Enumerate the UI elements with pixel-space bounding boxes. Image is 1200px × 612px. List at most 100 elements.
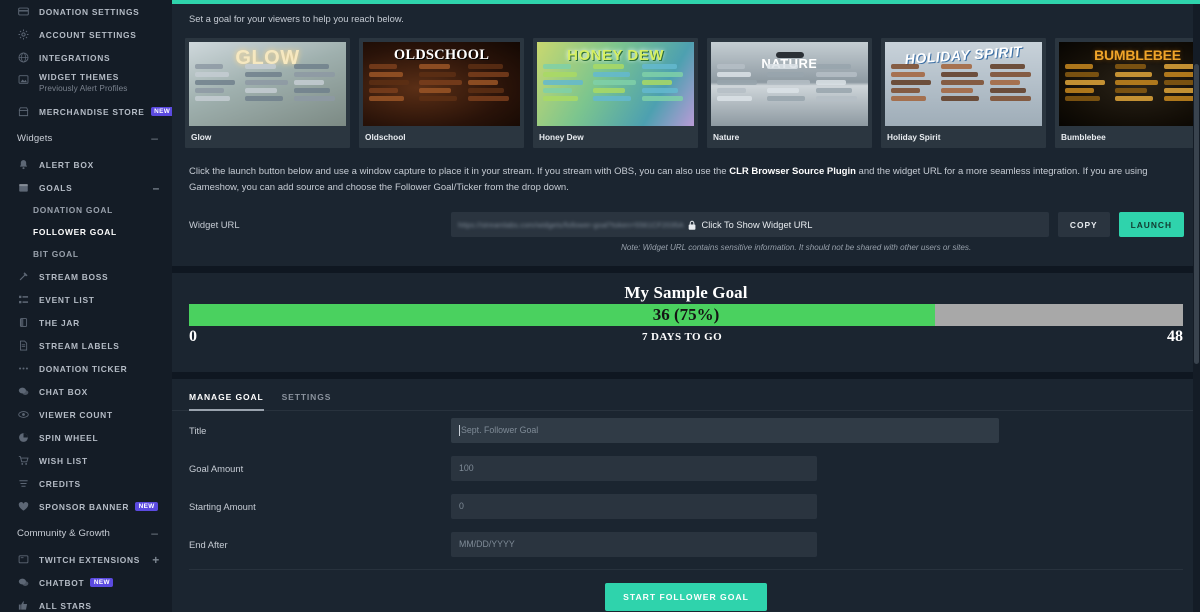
theme-card-holiday-spirit[interactable]: HOLIDAY SPIRIT Holiday Spirit (881, 38, 1046, 148)
tab-settings[interactable]: SETTINGS (282, 392, 332, 410)
end-after-input[interactable]: MM/DD/YYYY (451, 531, 817, 557)
heart-icon (17, 500, 30, 513)
theme-name-label: Honey Dew (539, 132, 584, 142)
chat-icon (17, 576, 30, 589)
theme-card-honey-dew[interactable]: HONEY DEW Honey Dew (533, 38, 698, 148)
theme-art-title: OLDSCHOOL (393, 47, 490, 63)
sidebar-item-label: THE JAR (39, 317, 80, 328)
sidebar-item-stream-boss[interactable]: STREAM BOSS (0, 265, 172, 288)
widget-url-note: Note: Widget URL contains sensitive info… (621, 243, 972, 253)
theme-card-oldschool[interactable]: OLDSCHOOL Oldschool (359, 38, 524, 148)
widget-url-reveal[interactable]: Click To Show Widget URL (687, 220, 812, 230)
sidebar-item-donation-settings[interactable]: DONATION SETTINGS (0, 0, 172, 23)
sidebar-section-widgets[interactable]: Widgets – (0, 123, 172, 153)
tab-manage-goal[interactable]: MANAGE GOAL (189, 392, 264, 412)
sidebar-item-spin-wheel[interactable]: SPIN WHEEL (0, 426, 172, 449)
theme-thumbnail[interactable]: HOLIDAY SPIRIT (885, 42, 1042, 126)
widget-url-input[interactable]: https://streamlabs.com/widgets/follower-… (451, 212, 1049, 238)
sidebar-item-label: TWITCH EXTENSIONS (39, 554, 141, 565)
sidebar-item-label: SPONSOR BANNER (39, 501, 130, 512)
start-follower-goal-button[interactable]: START FOLLOWER GOAL (605, 583, 767, 612)
theme-thumbnail[interactable]: NATURE (711, 42, 868, 126)
sidebar-community-group: TWITCH EXTENSIONS + CHATBOT NEW ALL STARS (0, 548, 172, 612)
sidebar-item-label: WISH LIST (39, 455, 88, 466)
eye-icon (17, 408, 30, 421)
sidebar-item-alert-box[interactable]: ALERT BOX (0, 153, 172, 176)
sidebar-item-stream-labels[interactable]: STREAM LABELS (0, 334, 172, 357)
sidebar-item-event-list[interactable]: EVENT LIST (0, 288, 172, 311)
theme-name-label: Holiday Spirit (887, 132, 941, 142)
sidebar-section-header-widgets[interactable]: Widgets – (0, 123, 172, 153)
sidebar-item-label: EVENT LIST (39, 294, 95, 305)
sidebar-item-sponsor-banner[interactable]: SPONSOR BANNER NEW (0, 495, 172, 518)
theme-thumbnail[interactable]: GLOW (189, 42, 346, 126)
theme-thumbnail[interactable]: BUMBLEBEE (1059, 42, 1200, 126)
sidebar-item-the-jar[interactable]: THE JAR (0, 311, 172, 334)
bell-icon (17, 158, 30, 171)
sidebar-item-integrations[interactable]: INTEGRATIONS (0, 46, 172, 69)
page-scrollbar-track[interactable] (1193, 4, 1200, 612)
theme-art-blocks (543, 64, 688, 120)
sidebar-item-goals[interactable]: GOALS – (0, 176, 172, 199)
theme-gallery: GLOW Glow OLDSCHOOL Oldschool HONEY DEW Honey… (172, 24, 1200, 148)
sidebar-item-viewer-count[interactable]: VIEWER COUNT (0, 403, 172, 426)
sidebar-subitem-label: DONATION GOAL (33, 205, 113, 215)
sidebar-item-account-settings[interactable]: ACCOUNT SETTINGS (0, 23, 172, 46)
goal-progress-footer: 0 7 DAYS TO GO 48 (189, 328, 1183, 346)
expand-toggle-icon[interactable]: – (153, 182, 160, 194)
sidebar-item-credits[interactable]: CREDITS (0, 472, 172, 495)
sidebar-subitem-donation-goal[interactable]: DONATION GOAL (0, 199, 172, 221)
collapse-icon[interactable]: – (151, 132, 158, 144)
sidebar-item-twitch-extensions[interactable]: TWITCH EXTENSIONS + (0, 548, 172, 571)
sidebar-item-widget-themes[interactable]: WIDGET THEMES Previously Alert Profiles (0, 69, 172, 100)
sidebar: DONATION SETTINGS ACCOUNT SETTINGS INTEGRA… (0, 0, 172, 612)
sidebar-widgets-group: ALERT BOX GOALS – (0, 153, 172, 199)
new-badge: NEW (135, 502, 159, 511)
theme-name-label: Bumblebee (1061, 132, 1106, 142)
sidebar-goals-subitems: DONATION GOAL FOLLOWER GOAL BIT GOAL (0, 199, 172, 265)
instructions-text: Click the launch button below and use a … (172, 148, 1200, 195)
copy-button[interactable]: COPY (1057, 212, 1110, 238)
sidebar-section-header-community[interactable]: Community & Growth – (0, 518, 172, 548)
widget-url-row: Widget URL https://streamlabs.com/widget… (172, 195, 1200, 238)
field-placeholder: Sept. Follower Goal (461, 425, 539, 436)
theme-art-blocks (891, 64, 1036, 120)
file-icon (17, 339, 30, 352)
starting-amount-input[interactable]: 0 (451, 493, 817, 519)
launch-button[interactable]: LAUNCH (1118, 212, 1184, 238)
theme-thumbnail[interactable]: OLDSCHOOL (363, 42, 520, 126)
card-icon (17, 5, 30, 18)
widget-url-label: Widget URL (189, 219, 240, 231)
sidebar-subitem-follower-goal[interactable]: FOLLOWER GOAL (0, 221, 172, 243)
theme-card-bumblebee[interactable]: BUMBLEBEE Bumblebee (1055, 38, 1200, 148)
lines-icon (17, 477, 30, 490)
theme-thumbnail[interactable]: HONEY DEW (537, 42, 694, 126)
expand-toggle-icon[interactable]: + (152, 554, 160, 566)
theme-card-glow[interactable]: GLOW Glow (185, 38, 350, 148)
form-tabs: MANAGE GOAL SETTINGS (172, 379, 1200, 412)
sidebar-item-donation-ticker[interactable]: DONATION TICKER (0, 357, 172, 380)
new-badge: NEW (90, 578, 114, 587)
goal-progress-value: 36 (75%) (652, 305, 720, 325)
goal-progress-bar: 36 (75%) (189, 304, 1183, 327)
collapse-icon[interactable]: – (151, 527, 158, 539)
sidebar-item-sublabel: Previously Alert Profiles (39, 84, 128, 93)
clr-plugin-link[interactable]: CLR Browser Source Plugin (729, 166, 856, 177)
page-scrollbar-thumb[interactable] (1194, 64, 1199, 364)
sidebar-item-wish-list[interactable]: WISH LIST (0, 449, 172, 472)
sidebar-item-all-stars[interactable]: ALL STARS (0, 594, 172, 612)
goal-form-panel: MANAGE GOAL SETTINGS Title Sept. Follower … (172, 379, 1200, 612)
sidebar-item-chatbot[interactable]: CHATBOT NEW (0, 571, 172, 594)
goal-amount-input[interactable]: 100 (451, 455, 817, 481)
sidebar-section-community[interactable]: Community & Growth – (0, 518, 172, 548)
theme-card-nature[interactable]: NATURE Nature (707, 38, 872, 148)
sidebar-item-merchandise-store[interactable]: MERCHANDISE STORE NEW (0, 100, 172, 123)
title-input[interactable]: Sept. Follower Goal (451, 417, 999, 443)
image-icon (17, 73, 30, 86)
sidebar-item-label: GOALS (39, 182, 73, 193)
sidebar-subitem-bit-goal[interactable]: BIT GOAL (0, 243, 172, 265)
form-row-goal-amount: Goal Amount 100 (172, 449, 1200, 487)
intro-text: Set a goal for your viewers to help you … (189, 13, 404, 24)
new-badge: NEW (150, 107, 172, 116)
sidebar-item-chat-box[interactable]: CHAT BOX (0, 380, 172, 403)
